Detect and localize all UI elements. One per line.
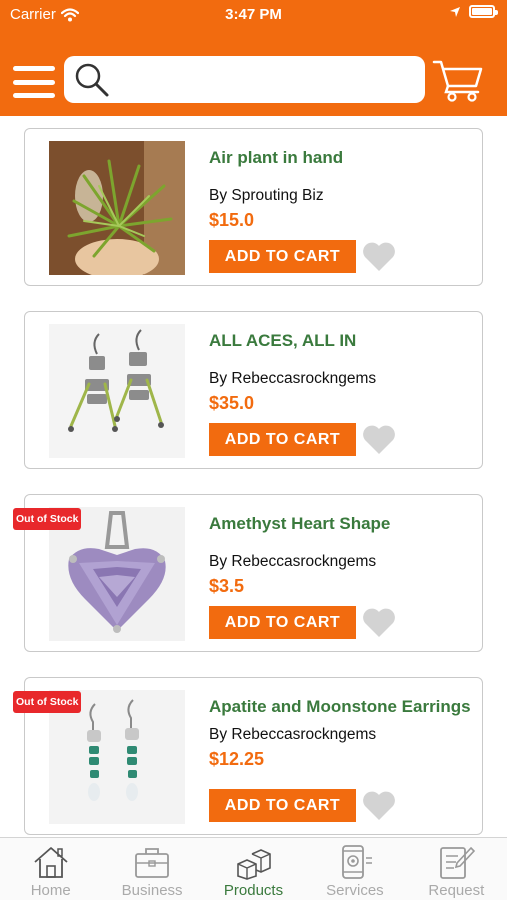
tab-business[interactable]: Business xyxy=(101,838,202,900)
search-icon xyxy=(75,63,109,96)
product-actions: ADD TO CART xyxy=(209,789,397,822)
product-seller: By Rebeccasrockngems xyxy=(209,370,377,387)
product-image[interactable] xyxy=(49,324,185,458)
product-info: Apatite and Moonstone Earrings By Rebecc… xyxy=(209,696,473,770)
product-actions: ADD TO CART xyxy=(209,240,397,273)
out-of-stock-badge: Out of Stock xyxy=(13,691,82,713)
add-to-cart-button[interactable]: ADD TO CART xyxy=(209,789,356,822)
product-info: Amethyst Heart Shape By Rebeccasrockngem… xyxy=(209,513,473,597)
phone-gear-icon xyxy=(342,845,372,879)
product-name[interactable]: ALL ACES, ALL IN xyxy=(209,330,473,351)
product-image[interactable] xyxy=(49,141,185,275)
tab-label: Business xyxy=(121,882,183,899)
status-bar: Carrier 3:47 PM xyxy=(0,0,507,32)
product-price: $12.25 xyxy=(209,749,265,769)
tab-label: Request xyxy=(428,882,485,899)
bottom-tab-bar: Home Business Products Services Request xyxy=(0,837,507,900)
search-input[interactable] xyxy=(118,59,425,100)
tab-services[interactable]: Services xyxy=(304,838,405,900)
briefcase-icon xyxy=(135,848,170,878)
heart-icon[interactable] xyxy=(361,241,397,273)
product-card[interactable]: Out of Stock Apatite and Moonstone Earri… xyxy=(13,677,483,835)
product-card[interactable]: Air plant in hand By Sprouting Biz $15.0… xyxy=(24,128,483,286)
product-card[interactable]: Out of Stock Amethyst Heart Shape By Reb… xyxy=(13,494,483,652)
add-to-cart-button[interactable]: ADD TO CART xyxy=(209,240,356,273)
home-icon xyxy=(34,847,68,878)
heart-icon[interactable] xyxy=(361,424,397,456)
product-info: ALL ACES, ALL IN By Rebeccasrockngems $3… xyxy=(209,330,473,414)
air-plant-image xyxy=(49,141,185,275)
location-arrow-icon xyxy=(450,6,460,17)
menu-icon[interactable] xyxy=(13,66,55,98)
product-list[interactable]: Air plant in hand By Sprouting Biz $15.0… xyxy=(0,116,507,837)
product-name[interactable]: Apatite and Moonstone Earrings xyxy=(209,696,473,717)
heart-icon[interactable] xyxy=(361,790,397,822)
product-seller: By Sprouting Biz xyxy=(209,187,324,204)
product-actions: ADD TO CART xyxy=(209,423,397,456)
tab-products[interactable]: Products xyxy=(203,838,304,900)
product-info: Air plant in hand By Sprouting Biz $15.0 xyxy=(209,147,473,231)
heart-icon[interactable] xyxy=(361,607,397,639)
battery-icon xyxy=(469,5,498,18)
product-actions: ADD TO CART xyxy=(209,606,397,639)
boxes-icon xyxy=(236,849,271,880)
product-price: $3.5 xyxy=(209,576,245,596)
add-to-cart-button[interactable]: ADD TO CART xyxy=(209,423,356,456)
tab-request[interactable]: Request xyxy=(406,838,507,900)
tab-label: Home xyxy=(30,882,71,899)
add-to-cart-button[interactable]: ADD TO CART xyxy=(209,606,356,639)
app-header: Carrier 3:47 PM xyxy=(0,0,507,116)
clipboard-pen-icon xyxy=(440,846,476,879)
out-of-stock-badge: Out of Stock xyxy=(13,508,82,530)
product-price: $35.0 xyxy=(209,393,255,413)
cart-icon[interactable] xyxy=(432,58,484,102)
tab-label: Services xyxy=(326,882,384,899)
product-seller: By Rebeccasrockngems xyxy=(209,553,377,570)
product-price: $15.0 xyxy=(209,210,255,230)
tab-home[interactable]: Home xyxy=(0,838,101,900)
product-name[interactable]: Air plant in hand xyxy=(209,147,473,168)
product-card[interactable]: ALL ACES, ALL IN By Rebeccasrockngems $3… xyxy=(24,311,483,469)
product-name[interactable]: Amethyst Heart Shape xyxy=(209,513,473,534)
status-time: 3:47 PM xyxy=(225,6,282,23)
search-bar[interactable] xyxy=(64,56,425,103)
status-right xyxy=(449,5,498,18)
tab-label: Products xyxy=(223,882,284,899)
product-seller: By Rebeccasrockngems xyxy=(209,726,377,743)
earrings-image xyxy=(49,324,185,458)
